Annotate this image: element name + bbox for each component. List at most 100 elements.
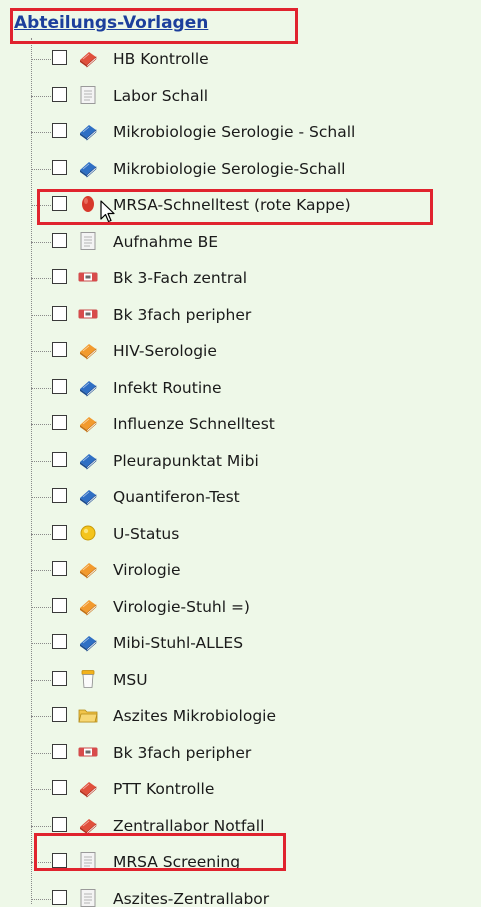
tree-item[interactable]: Bk 3fach peripher	[31, 298, 471, 332]
tree-item[interactable]: PTT Kontrolle	[31, 772, 471, 806]
tree-item-label[interactable]: Aufnahme BE	[113, 225, 218, 259]
tree-item-label[interactable]: U-Status	[113, 517, 179, 551]
tree-item[interactable]: Bk 3-Fach zentral	[31, 261, 471, 295]
item-checkbox[interactable]	[52, 342, 67, 357]
blue-book-icon	[78, 486, 98, 506]
item-checkbox[interactable]	[52, 232, 67, 248]
item-checkbox[interactable]	[52, 889, 67, 905]
tree-item[interactable]: Influenze Schnelltest	[31, 407, 471, 441]
tree-item-label[interactable]: Pleurapunktat Mibi	[113, 444, 259, 478]
tree-item[interactable]: Mikrobiologie Serologie - Schall	[31, 115, 471, 149]
tree-item[interactable]: Aszites Mikrobiologie	[31, 699, 471, 733]
item-checkbox[interactable]	[52, 159, 67, 175]
tree-item-label[interactable]: Influenze Schnelltest	[113, 407, 275, 441]
tube-label-icon	[78, 267, 98, 287]
tree-item[interactable]: Virologie-Stuhl =)	[31, 590, 471, 624]
tree-item-label[interactable]: Zentrallabor Notfall	[113, 809, 264, 843]
item-checkbox[interactable]	[52, 670, 67, 686]
tree-item-label[interactable]: Bk 3fach peripher	[113, 736, 251, 770]
tree-item[interactable]: HB Kontrolle	[31, 42, 471, 76]
tree-item[interactable]: Virologie	[31, 553, 471, 587]
item-checkbox[interactable]	[52, 86, 67, 102]
blue-book-icon	[78, 632, 98, 652]
orange-book-icon	[78, 596, 98, 616]
tree-item-label[interactable]: MRSA-Schnelltest (rote Kappe)	[113, 188, 351, 222]
tree-item-label[interactable]: Virologie	[113, 553, 181, 587]
folder-icon	[78, 705, 98, 725]
item-checkbox[interactable]	[52, 305, 67, 321]
item-checkbox[interactable]	[52, 488, 67, 503]
item-checkbox[interactable]	[52, 780, 67, 795]
item-checkbox[interactable]	[52, 561, 67, 576]
item-checkbox[interactable]	[52, 524, 67, 540]
tree-item-label[interactable]: MSU	[113, 663, 148, 697]
item-checkbox[interactable]	[52, 50, 67, 65]
tree-item[interactable]: Zentrallabor Notfall	[31, 809, 471, 843]
tree-connector	[31, 570, 51, 571]
tree-item-label[interactable]: Mibi-Stuhl-ALLES	[113, 626, 243, 660]
tree-connector	[31, 241, 51, 243]
item-checkbox[interactable]	[52, 634, 67, 649]
item-checkbox[interactable]	[52, 743, 67, 759]
tree-item[interactable]: Pleurapunktat Mibi	[31, 444, 471, 478]
tree-connector	[31, 95, 51, 97]
item-checkbox[interactable]	[52, 597, 67, 613]
orange-book-icon	[78, 340, 98, 360]
tree-item[interactable]: MRSA Screening	[31, 845, 471, 879]
item-checkbox[interactable]	[52, 415, 67, 430]
item-checkbox[interactable]	[52, 707, 67, 722]
tree-item[interactable]: Aufnahme BE	[31, 225, 471, 259]
item-checkbox[interactable]	[52, 451, 67, 467]
tree-item-label[interactable]: Quantiferon-Test	[113, 480, 240, 514]
tree-item-label[interactable]: Infekt Routine	[113, 371, 222, 405]
tree-connector	[31, 716, 51, 717]
item-checkbox[interactable]	[52, 378, 67, 394]
tree-item-label[interactable]: HB Kontrolle	[113, 42, 209, 76]
red-cap-icon	[78, 194, 98, 214]
item-checkbox[interactable]	[52, 269, 67, 284]
tree-connector	[31, 59, 51, 60]
tree-item[interactable]: HIV-Serologie	[31, 334, 471, 368]
item-checkbox[interactable]	[52, 816, 67, 832]
tree-item[interactable]: Bk 3fach peripher	[31, 736, 471, 770]
tree-connector	[31, 862, 51, 863]
document-icon	[78, 231, 98, 251]
tree-item-label[interactable]: MRSA Screening	[113, 845, 240, 879]
tree-item-label[interactable]: Aszites-Zentrallabor	[113, 882, 269, 907]
tree-item[interactable]: Quantiferon-Test	[31, 480, 471, 514]
tree-item[interactable]: Mikrobiologie Serologie-Schall	[31, 152, 471, 186]
tree-connector	[31, 752, 51, 754]
tree-connector	[31, 351, 51, 352]
template-tree-panel: Abteilungs-Vorlagen HB Kontrolle Labor Sc…	[0, 0, 481, 907]
tree-item-label[interactable]: Aszites Mikrobiologie	[113, 699, 276, 733]
tree-connector	[31, 679, 51, 681]
tree-item[interactable]: Labor Schall	[31, 79, 471, 113]
tree-item[interactable]: U-Status	[31, 517, 471, 551]
tree-connector	[31, 278, 51, 279]
tree-item-label[interactable]: Labor Schall	[113, 79, 208, 113]
tree-connector	[31, 168, 51, 170]
item-checkbox[interactable]	[52, 123, 67, 138]
tree-item-label[interactable]: Mikrobiologie Serologie - Schall	[113, 115, 355, 149]
tree-connector	[31, 424, 51, 425]
tree-item-label[interactable]: HIV-Serologie	[113, 334, 217, 368]
tree-connector	[31, 533, 51, 535]
tree-connector	[31, 606, 51, 608]
blue-book-icon	[78, 158, 98, 178]
tree-header-link[interactable]: Abteilungs-Vorlagen	[14, 8, 208, 38]
tree-item[interactable]: MSU	[31, 663, 471, 697]
document-icon	[78, 851, 98, 871]
item-checkbox[interactable]	[52, 196, 67, 211]
tree-item-label[interactable]: Bk 3-Fach zentral	[113, 261, 247, 295]
tree-item[interactable]: Mibi-Stuhl-ALLES	[31, 626, 471, 660]
tree-item[interactable]: Aszites-Zentrallabor	[31, 882, 471, 907]
tree-item-label[interactable]: Mikrobiologie Serologie-Schall	[113, 152, 345, 186]
red-book-icon	[78, 778, 98, 798]
tree-item[interactable]: MRSA-Schnelltest (rote Kappe)	[31, 188, 471, 222]
item-checkbox[interactable]	[52, 853, 67, 868]
tree-item[interactable]: Infekt Routine	[31, 371, 471, 405]
tree-item-label[interactable]: Virologie-Stuhl =)	[113, 590, 250, 624]
tree-item-label[interactable]: PTT Kontrolle	[113, 772, 214, 806]
tree-connector	[31, 132, 51, 133]
tree-item-label[interactable]: Bk 3fach peripher	[113, 298, 251, 332]
